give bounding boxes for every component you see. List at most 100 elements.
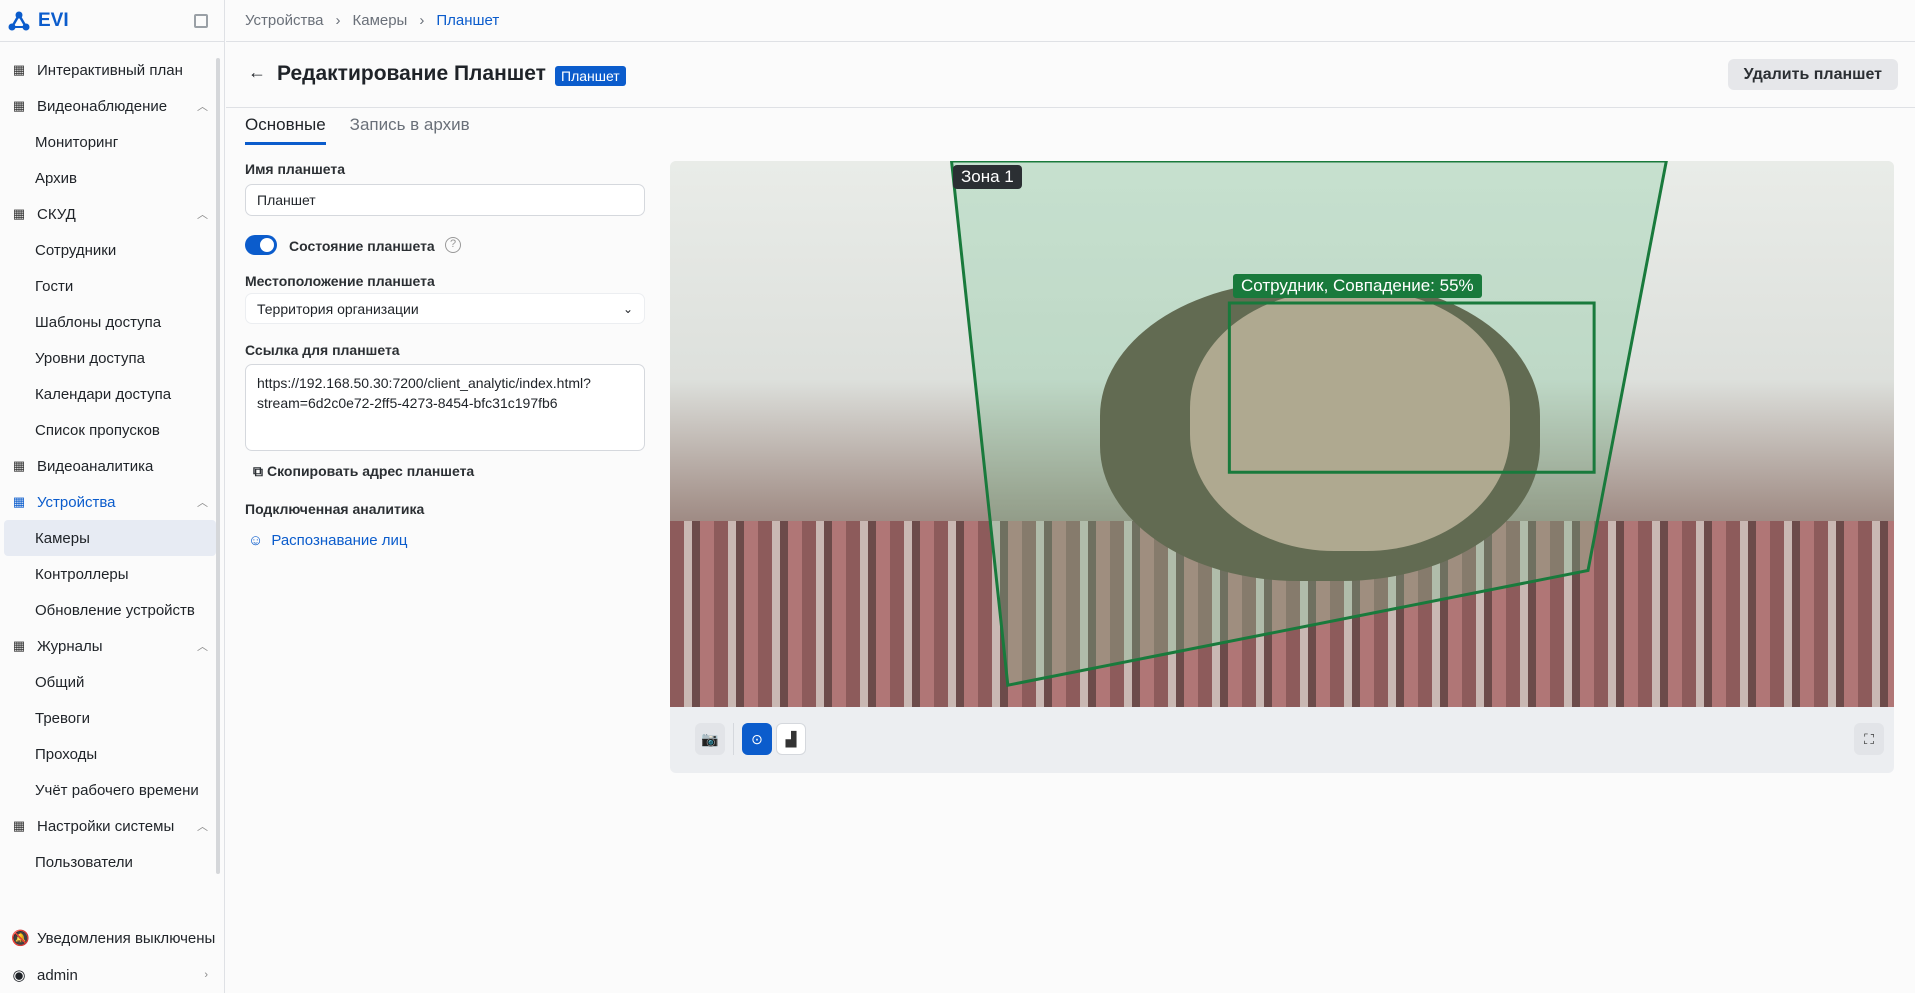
sidebar-item[interactable]: Уровни доступа [0, 340, 218, 376]
sidebar-item-label: Интерактивный план [37, 61, 183, 79]
breadcrumb: Устройства › Камеры › Планшет [226, 0, 1915, 42]
chevron-right-icon: › [419, 12, 425, 29]
back-arrow-icon[interactable]: ← [248, 62, 266, 83]
chevron-up-icon[interactable]: ︿ [197, 638, 208, 654]
fullscreen-button[interactable]: ⛶ [1854, 723, 1884, 755]
notifications-label: Уведомления выключены [37, 929, 216, 947]
sidebar-item[interactable]: Проходы [0, 736, 218, 772]
sidebar-item-label: Гости [35, 277, 74, 295]
notifications-toggle[interactable]: 🔕 Уведомления выключены [0, 920, 218, 956]
sidebar-item[interactable]: Камеры [4, 520, 216, 556]
sidebar-item-label: Обновление устройств [35, 601, 195, 619]
sidebar-item-label: Журналы [37, 637, 103, 655]
sidebar-item-label: Видеоаналитика [37, 457, 154, 475]
state-toggle[interactable] [245, 235, 277, 255]
user-menu[interactable]: ◉ admin › [0, 957, 218, 993]
chevron-up-icon[interactable]: ︿ [197, 494, 208, 510]
sidebar-item[interactable]: Тревоги [0, 700, 218, 736]
link-textarea[interactable]: https://192.168.50.30:7200/client_analyt… [245, 364, 645, 451]
detection-label: Сотрудник, Совпадение: 55% [1233, 274, 1482, 298]
location-select[interactable]: Территория организации ⌄ [245, 293, 645, 324]
logo-icon [8, 11, 30, 30]
sidebar-item[interactable]: Контроллеры [0, 556, 218, 592]
breadcrumb-current: Планшет [436, 12, 500, 29]
user-name: admin [37, 966, 78, 984]
face-recognition-link[interactable]: ☺ Распознавание лиц [248, 532, 408, 549]
zone-overlay [670, 161, 1894, 707]
sidebar-item-label: Уровни доступа [35, 349, 145, 367]
face-recognition-label: Распознавание лиц [271, 532, 408, 549]
sidebar-nav: ▦ Интерактивный план ▦ Видеонаблюдение ︿ Мони… [0, 52, 218, 880]
users-icon: ▦ [12, 206, 26, 221]
gear-icon: ▦ [12, 818, 26, 833]
sidebar-item[interactable]: ▦ Интерактивный план [0, 52, 218, 88]
sidebar-item-label: Мониторинг [35, 133, 119, 151]
divider [733, 723, 734, 755]
journal-icon: ▦ [12, 638, 26, 653]
breadcrumb-cameras[interactable]: Камеры [352, 12, 407, 29]
sidebar-item[interactable]: ▦ Настройки системы ︿ [0, 808, 218, 844]
camera-icon: 📷 [701, 730, 719, 747]
sidebar-item[interactable]: Обновление устройств [0, 592, 218, 628]
delete-tablet-button[interactable]: Удалить планшет [1727, 59, 1898, 90]
sidebar-item[interactable]: Сотрудники [0, 232, 218, 268]
breadcrumb-devices[interactable]: Устройства [245, 12, 323, 29]
video-grid-icon: ▦ [12, 98, 26, 113]
name-input[interactable]: Планшет [245, 184, 645, 216]
sidebar-item[interactable]: ▦ Видеонаблюдение ︿ [0, 88, 218, 124]
sidebar-item[interactable]: Общий [0, 664, 218, 700]
analytics-label: Подключенная аналитика [245, 501, 425, 517]
sidebar-item[interactable]: Список пропусков [0, 412, 218, 448]
chevron-up-icon[interactable]: ︿ [197, 818, 208, 834]
sidebar-item-label: Тревоги [35, 709, 90, 727]
sidebar-item-label: Общий [35, 673, 85, 691]
video-player: Зона 1 Сотрудник, Совпадение: 55% 📷 ⊙ ▟ … [670, 161, 1894, 773]
copy-label: Скопировать адрес планшета [267, 463, 475, 479]
collapse-sidebar-icon[interactable] [194, 14, 208, 28]
chevron-up-icon[interactable]: ︿ [197, 98, 208, 114]
tab-main[interactable]: Основные [245, 112, 326, 145]
sidebar-item[interactable]: Календари доступа [0, 376, 218, 412]
copy-link-button[interactable]: ⧉ Скопировать адрес планшета [253, 463, 474, 480]
focus-icon: ⊙ [751, 730, 763, 747]
sidebar-item[interactable]: ▦ Журналы ︿ [0, 628, 218, 664]
bell-off-icon: 🔕 [11, 930, 30, 947]
sidebar-item[interactable]: Гости [0, 268, 218, 304]
face-scan-icon: ☺ [248, 532, 264, 549]
sidebar-item[interactable]: ▦ СКУД ︿ [0, 196, 218, 232]
sidebar-item-label: Контроллеры [35, 565, 129, 583]
chevron-right-icon: › [335, 12, 341, 29]
chevron-down-icon: ⌄ [622, 301, 633, 316]
link-label: Ссылка для планшета [245, 342, 400, 358]
snapshot-button[interactable]: 📷 [695, 723, 725, 755]
sidebar-item-label: Видеонаблюдение [37, 97, 168, 115]
sidebar-item[interactable]: Архив [0, 160, 218, 196]
stats-button[interactable]: ▟ [776, 723, 806, 755]
camera-frame[interactable]: Зона 1 Сотрудник, Совпадение: 55% [670, 161, 1894, 707]
link-value: https://192.168.50.30:7200/client_analyt… [257, 375, 591, 411]
location-label: Местоположение планшета [245, 273, 435, 289]
sidebar-item[interactable]: Пользователи [0, 844, 218, 880]
help-icon[interactable]: ? [445, 237, 461, 253]
sidebar-scrollbar[interactable] [216, 58, 220, 874]
sidebar-item[interactable]: Учёт рабочего времени [0, 772, 218, 808]
sidebar-item[interactable]: Мониторинг [0, 124, 218, 160]
tabs: Основные Запись в архив [245, 112, 470, 145]
chevron-up-icon[interactable]: ︿ [197, 206, 208, 222]
sidebar-item[interactable]: Шаблоны доступа [0, 304, 218, 340]
name-value: Планшет [257, 192, 316, 208]
page-header: ← Редактирование Планшет Планшет Удалить… [226, 42, 1915, 108]
zone-label: Зона 1 [953, 165, 1022, 189]
logo[interactable]: EVI [0, 0, 224, 42]
tab-archive[interactable]: Запись в архив [350, 112, 470, 145]
sidebar-item[interactable]: ▦ Видеоаналитика [0, 448, 218, 484]
type-badge: Планшет [555, 66, 626, 86]
sidebar-item-label: Пользователи [35, 853, 133, 871]
sidebar-item[interactable]: ▦ Устройства ︿ [0, 484, 218, 520]
sidebar-item-label: Архив [35, 169, 78, 187]
analytics-icon: ▦ [12, 458, 26, 473]
sidebar-item-label: Календари доступа [35, 385, 172, 403]
analytics-overlay-button[interactable]: ⊙ [742, 723, 772, 755]
page-title: Редактирование Планшет [277, 62, 546, 85]
sidebar-item-label: Проходы [35, 745, 98, 763]
